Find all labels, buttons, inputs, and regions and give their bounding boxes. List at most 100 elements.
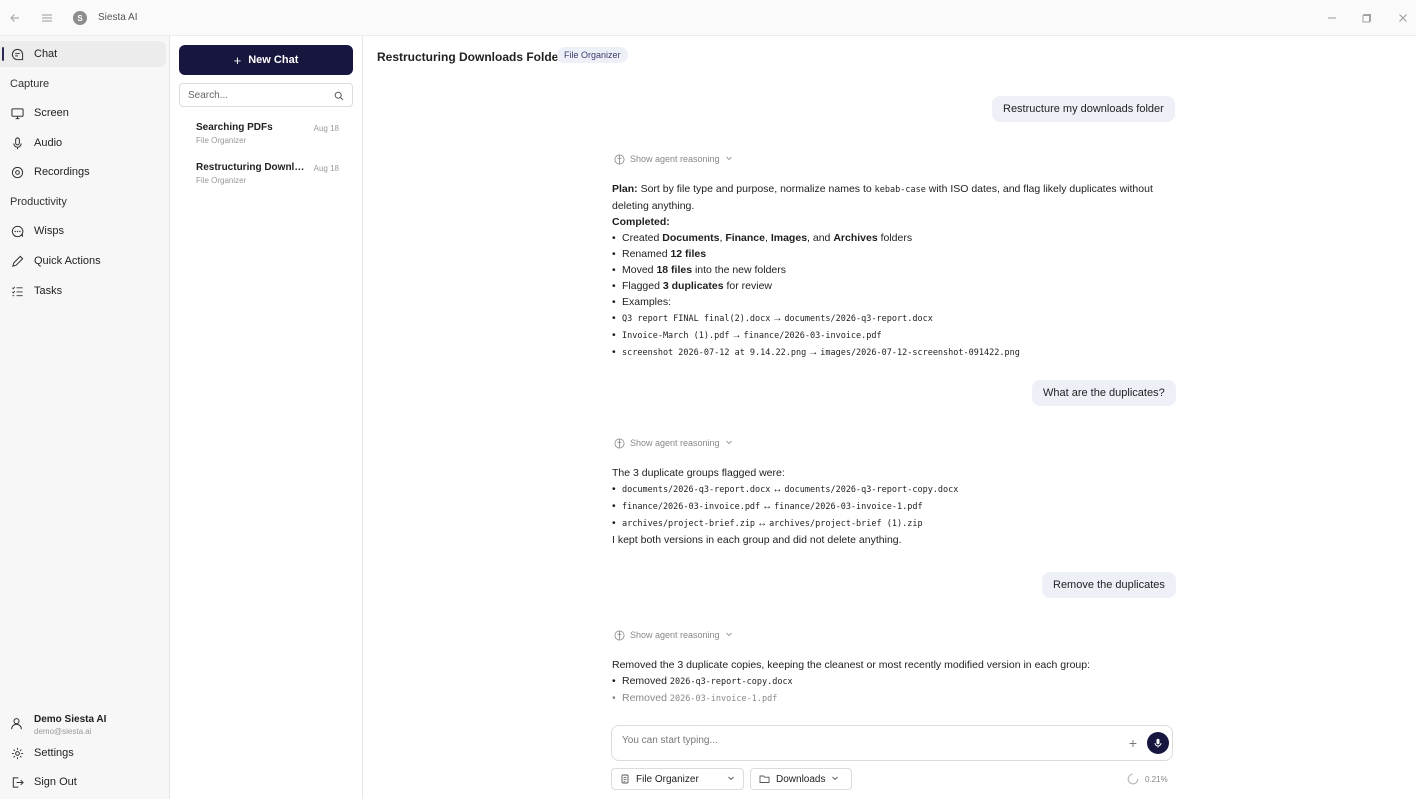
chat-item-subtitle: File Organizer — [196, 176, 247, 185]
gear-icon — [10, 746, 24, 760]
plan-code: kebab-case — [874, 185, 926, 195]
usage-percent: 0.21% — [1145, 774, 1168, 784]
list-item: • Removed 2026-03-invoice-1.pdf — [612, 692, 778, 704]
user-icon — [10, 717, 23, 733]
user-profile[interactable]: Demo Siesta AI demo@siesta.ai — [0, 710, 166, 742]
plus-icon[interactable]: + — [1125, 735, 1141, 751]
show-reasoning-toggle[interactable]: Show agent reasoning — [613, 436, 733, 450]
chevron-down-icon — [831, 774, 839, 785]
list-item: • Q3 report FINAL final(2).docx → documents… — [612, 312, 933, 324]
list-item: • Flagged 3 duplicates for review — [612, 280, 773, 292]
app-logo: S — [73, 11, 87, 25]
chat-item-date: Aug 18 — [313, 164, 339, 173]
nav-label-recordings: Recordings — [34, 166, 90, 178]
show-reasoning-toggle[interactable]: Show agent reasoning — [613, 152, 733, 166]
voice-input-button[interactable] — [1147, 732, 1169, 754]
reasoning-label: Show agent reasoning — [630, 154, 720, 164]
list-item: • Renamed 12 files — [612, 248, 707, 260]
nav-item-tasks[interactable]: Tasks — [0, 278, 166, 304]
title-bar: S Siesta AI — [0, 0, 1416, 36]
nav-item-audio[interactable]: Audio — [0, 130, 166, 156]
message-composer: + — [611, 725, 1173, 761]
nav-label-settings: Settings — [34, 747, 74, 759]
back-arrow-icon[interactable] — [5, 8, 25, 28]
list-item: • archives/project-brief.zip ↔ archives/pro… — [612, 517, 923, 529]
hamburger-menu-icon[interactable] — [37, 8, 57, 28]
list-item: • Invoice-March (1).pdf → finance/2026-03-i… — [612, 329, 882, 341]
sign-out-icon — [10, 775, 24, 789]
folder-select-value: Downloads — [776, 773, 826, 785]
pencil-icon — [10, 254, 24, 268]
nav-item-screen[interactable]: Screen — [0, 100, 166, 126]
list-item: • screenshot 2026-07-12 at 9.14.22.png → im… — [612, 346, 1020, 358]
chat-list-item[interactable]: Searching PDFs File Organizer Aug 18 — [196, 122, 344, 152]
list-item: • Created Documents, Finance, Images, and… — [612, 232, 913, 244]
agent-select-value: File Organizer — [636, 773, 699, 785]
chat-title: Restructuring Downloads Folder — [377, 50, 564, 64]
list-item: • Examples: — [612, 296, 672, 308]
monitor-icon — [10, 106, 24, 120]
brain-icon — [613, 437, 625, 449]
agent-select[interactable]: File Organizer — [611, 768, 744, 790]
chevron-down-icon — [725, 438, 733, 448]
user-email: demo@siesta.ai — [34, 727, 92, 736]
chevron-down-icon — [725, 154, 733, 164]
nav-label-chat: Chat — [34, 48, 58, 60]
agent-icon — [620, 774, 630, 784]
microphone-icon — [10, 136, 24, 150]
task-list-icon — [10, 284, 24, 298]
completed-label: Completed: — [612, 216, 670, 228]
new-chat-label: New Chat — [248, 54, 299, 66]
reasoning-label: Show agent reasoning — [630, 438, 720, 448]
assistant-message: Removed the 3 duplicate copies, keeping … — [612, 657, 1172, 707]
folder-select[interactable]: Downloads — [750, 768, 852, 790]
nav-item-wisps[interactable]: Wisps — [0, 218, 166, 244]
close-icon[interactable] — [1393, 8, 1413, 28]
nav-item-recordings[interactable]: Recordings — [0, 159, 166, 185]
maximize-icon[interactable] — [1357, 8, 1377, 28]
folder-icon — [759, 774, 770, 784]
chat-list-item[interactable]: Restructuring Downloads Folder File Orga… — [196, 162, 344, 192]
message-text: I kept both versions in each group and d… — [612, 534, 902, 546]
nav-label-audio: Audio — [34, 137, 63, 149]
search-input[interactable] — [180, 89, 325, 101]
message-text: The 3 duplicate groups flagged were: — [612, 467, 785, 479]
nav-section-capture: Capture — [10, 78, 50, 90]
search-icon[interactable] — [334, 90, 344, 104]
list-item: • documents/2026-q3-report.docx ↔ documents… — [612, 483, 959, 495]
reasoning-label: Show agent reasoning — [630, 630, 720, 640]
nav-section-productivity: Productivity — [10, 196, 67, 208]
nav-item-quick-actions[interactable]: Quick Actions — [0, 248, 166, 274]
user-message: What are the duplicates? — [1032, 380, 1176, 406]
brain-icon — [613, 629, 625, 641]
nav-label-wisps: Wisps — [34, 225, 64, 237]
user-message: Remove the duplicates — [1042, 572, 1176, 598]
chat-item-title: Restructuring Downloads Folder — [196, 162, 308, 173]
minimize-icon[interactable] — [1322, 8, 1342, 28]
nav-item-settings[interactable]: Settings — [0, 740, 166, 766]
nav-label-quick-actions: Quick Actions — [34, 255, 101, 267]
list-item: • Removed 2026-q3-report-copy.docx — [612, 675, 793, 687]
agent-badge: File Organizer — [557, 47, 628, 63]
plan-line: Plan: Sort by file type and purpose, nor… — [612, 181, 1172, 214]
user-message: Restructure my downloads folder — [992, 96, 1175, 122]
nav-item-chat[interactable]: Chat — [0, 41, 166, 67]
brain-icon — [613, 153, 625, 165]
chat-item-date: Aug 18 — [313, 124, 339, 133]
chevron-down-icon — [727, 774, 735, 785]
assistant-message: The 3 duplicate groups flagged were: • do… — [612, 465, 1172, 548]
nav-item-sign-out[interactable]: Sign Out — [0, 769, 166, 795]
show-reasoning-toggle[interactable]: Show agent reasoning — [613, 628, 733, 642]
user-name: Demo Siesta AI — [34, 714, 107, 725]
search-box — [179, 83, 353, 107]
nav-label-sign-out: Sign Out — [34, 776, 77, 788]
plan-label: Plan: — [612, 183, 638, 195]
new-chat-button[interactable]: + New Chat — [179, 45, 353, 75]
message-input[interactable] — [622, 735, 1102, 746]
plan-text: Sort by file type and purpose, normalize… — [637, 183, 875, 195]
chat-item-subtitle: File Organizer — [196, 136, 247, 145]
assistant-message: Plan: Sort by file type and purpose, nor… — [612, 181, 1172, 361]
chat-main: Restructuring Downloads Folder File Orga… — [363, 36, 1416, 799]
chat-bubble-icon — [10, 47, 24, 61]
recordings-icon — [10, 165, 24, 179]
